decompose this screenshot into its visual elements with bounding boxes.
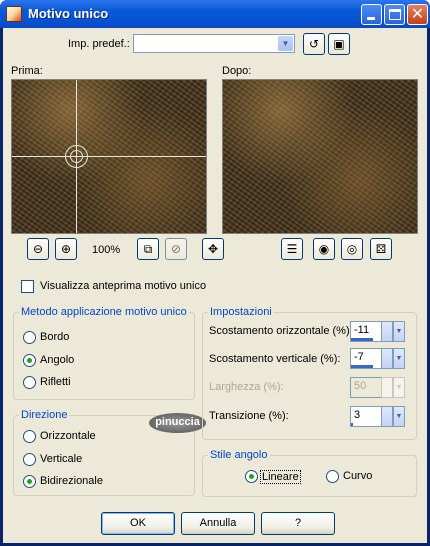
random-button[interactable]: ⚄ bbox=[370, 238, 392, 260]
method-group-title: Metodo applicazione motivo unico bbox=[19, 306, 189, 318]
move-icon: ✥ bbox=[207, 242, 219, 256]
radio-bordo[interactable] bbox=[23, 331, 36, 344]
ok-button[interactable]: OK bbox=[101, 512, 175, 535]
direction-group-title: Direzione bbox=[19, 409, 70, 421]
chevron-down-icon[interactable]: ▼ bbox=[393, 406, 405, 427]
radio-rifletti-label: Rifletti bbox=[40, 376, 71, 388]
cancel-button[interactable]: Annulla bbox=[181, 512, 255, 535]
pan-button[interactable]: ✥ bbox=[202, 238, 224, 260]
radio-bidirezionale[interactable] bbox=[23, 475, 36, 488]
v-offset-bar bbox=[351, 365, 373, 368]
transition-bar bbox=[351, 423, 353, 426]
crosshair-horizontal bbox=[12, 156, 206, 157]
chevron-down-icon[interactable]: ▼ bbox=[393, 348, 405, 369]
zoom-level: 100% bbox=[92, 244, 121, 256]
chevron-down-icon[interactable]: ▼ bbox=[278, 36, 293, 51]
settings-group-title: Impostazioni bbox=[208, 306, 274, 318]
radio-curvo[interactable] bbox=[326, 470, 339, 483]
h-offset-spinner[interactable]: -11 ▼ bbox=[350, 321, 405, 342]
zoom-disabled-icon: ⊘ bbox=[170, 242, 182, 256]
preview-tile-label: Visualizza anteprima motivo unico bbox=[40, 280, 207, 292]
list-button[interactable]: ☰ bbox=[281, 238, 303, 260]
radio-rifletti[interactable] bbox=[23, 376, 36, 389]
width-spinner: 50 ▼ bbox=[350, 377, 405, 398]
title-bar[interactable]: Motivo unico ✕ bbox=[0, 0, 430, 28]
eye-button[interactable]: ◎ bbox=[341, 238, 363, 260]
radio-verticale-label: Verticale bbox=[40, 453, 83, 465]
radio-orizzontale[interactable] bbox=[23, 430, 36, 443]
minimize-icon bbox=[367, 17, 375, 20]
h-offset-label: Scostamento orizzontale (%): bbox=[209, 325, 353, 337]
transition-updown[interactable] bbox=[381, 406, 393, 427]
radio-lineare[interactable] bbox=[245, 470, 258, 483]
eye-lock-icon: ◉ bbox=[318, 242, 330, 256]
zoom-out-icon: ⊖ bbox=[32, 242, 44, 256]
close-button[interactable]: ✕ bbox=[407, 4, 428, 25]
fit-window-icon: ⧉ bbox=[143, 242, 153, 256]
h-offset-bar bbox=[351, 338, 373, 341]
reset-icon: ↺ bbox=[308, 37, 320, 51]
transition-input[interactable]: 3 bbox=[350, 406, 382, 427]
h-offset-updown[interactable] bbox=[381, 321, 393, 342]
v-offset-label: Scostamento verticale (%): bbox=[209, 353, 341, 365]
zoom-in-button[interactable]: ⊕ bbox=[55, 238, 77, 260]
list-icon: ☰ bbox=[286, 242, 298, 256]
radio-angolo-label: Angolo bbox=[40, 354, 75, 366]
fit-window-button[interactable]: ⧉ bbox=[137, 238, 159, 260]
radio-lineare-label: Lineare bbox=[260, 470, 301, 484]
radio-bordo-label: Bordo bbox=[40, 331, 70, 343]
radio-bidirezionale-label: Bidirezionale bbox=[40, 475, 103, 487]
reset-preset-button[interactable]: ↺ bbox=[303, 33, 325, 55]
radio-angolo[interactable] bbox=[23, 354, 36, 367]
crosshair-inner-circle bbox=[70, 150, 83, 163]
zoom-out-button[interactable]: ⊖ bbox=[27, 238, 49, 260]
eye-icon: ◎ bbox=[346, 242, 358, 256]
minimize-button[interactable] bbox=[361, 4, 382, 25]
width-label: Larghezza (%): bbox=[209, 381, 284, 393]
v-offset-updown[interactable] bbox=[381, 348, 393, 369]
watermark-logo: pinuccia bbox=[149, 413, 206, 433]
save-icon: ▣ bbox=[333, 37, 345, 51]
transition-label: Transizione (%): bbox=[209, 410, 289, 422]
close-icon: ✕ bbox=[410, 6, 425, 23]
maximize-icon bbox=[389, 9, 401, 20]
v-offset-spinner[interactable]: -7 ▼ bbox=[350, 348, 405, 369]
dice-icon: ⚄ bbox=[375, 242, 387, 256]
dialog-window: Motivo unico ✕ Imp. predef.: ▼ ↺ ▣ Prima… bbox=[0, 0, 430, 546]
radio-verticale[interactable] bbox=[23, 453, 36, 466]
zoom-in-icon: ⊕ bbox=[60, 242, 72, 256]
maximize-button[interactable] bbox=[384, 4, 405, 25]
before-preview[interactable] bbox=[11, 79, 207, 234]
chevron-down-icon: ▼ bbox=[393, 377, 405, 398]
corner-style-group bbox=[202, 455, 417, 497]
zoom-disabled-button: ⊘ bbox=[165, 238, 187, 260]
after-preview-label: Dopo: bbox=[222, 65, 252, 77]
radio-curvo-label: Curvo bbox=[343, 470, 373, 482]
corner-style-group-title: Stile angolo bbox=[208, 449, 270, 461]
window-title: Motivo unico bbox=[28, 6, 109, 21]
before-preview-label: Prima: bbox=[11, 65, 43, 77]
preset-dropdown[interactable]: ▼ bbox=[133, 34, 295, 53]
preset-label: Imp. predef.: bbox=[68, 38, 130, 50]
after-preview[interactable] bbox=[222, 79, 418, 234]
radio-orizzontale-label: Orizzontale bbox=[40, 430, 96, 442]
save-preset-button[interactable]: ▣ bbox=[328, 33, 350, 55]
dialog-body: Imp. predef.: ▼ ↺ ▣ Prima: Dopo: ⊖ ⊕ 100 bbox=[3, 28, 427, 543]
app-icon bbox=[6, 6, 22, 22]
chevron-down-icon[interactable]: ▼ bbox=[393, 321, 405, 342]
width-updown bbox=[381, 377, 393, 398]
preview-tile-checkbox[interactable] bbox=[21, 280, 34, 293]
eye-lock-button[interactable]: ◉ bbox=[313, 238, 335, 260]
help-button[interactable]: ? bbox=[261, 512, 335, 535]
width-input: 50 bbox=[350, 377, 382, 398]
transition-spinner[interactable]: 3 ▼ bbox=[350, 406, 405, 427]
